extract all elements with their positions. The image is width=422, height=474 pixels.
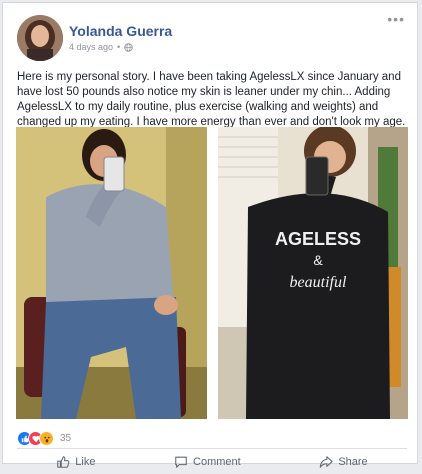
like-button[interactable]: Like [56,455,95,469]
meta-separator: • [117,42,121,52]
shirt-text-line-1: AGELESS [275,229,361,249]
reactions-summary[interactable]: 35 [17,431,71,446]
comment-label: Comment [193,456,241,468]
share-label: Share [338,456,368,468]
avatar[interactable] [17,15,63,61]
post-card: Yolanda Guerra 4 days ago • ••• Here is … [2,2,418,468]
comment-icon [175,456,187,468]
shirt-text-line-3: beautiful [290,274,347,291]
like-label: Like [75,456,96,468]
globe-icon [124,42,133,52]
avatar-image [17,15,63,61]
shirt-text-line-2: & [313,252,323,268]
after-photo[interactable]: AGELESS & beautiful [218,127,408,419]
author-name[interactable]: Yolanda Guerra [69,23,172,39]
comment-button[interactable]: Comment [174,455,241,469]
before-photo-image [16,127,207,419]
reaction-count[interactable]: 35 [60,433,71,444]
post-timestamp[interactable]: 4 days ago [69,42,113,52]
more-options-button[interactable]: ••• [387,11,405,27]
actions-divider [17,448,407,449]
share-button[interactable]: Share [319,455,368,469]
post-meta: 4 days ago • [69,42,133,52]
after-photo-image: AGELESS & beautiful [218,127,408,419]
thumbs-up-icon [57,456,70,468]
wow-icon [39,431,54,446]
before-photo[interactable] [16,127,207,419]
post-actions: Like Comment Share [17,450,407,474]
share-icon [320,456,333,468]
